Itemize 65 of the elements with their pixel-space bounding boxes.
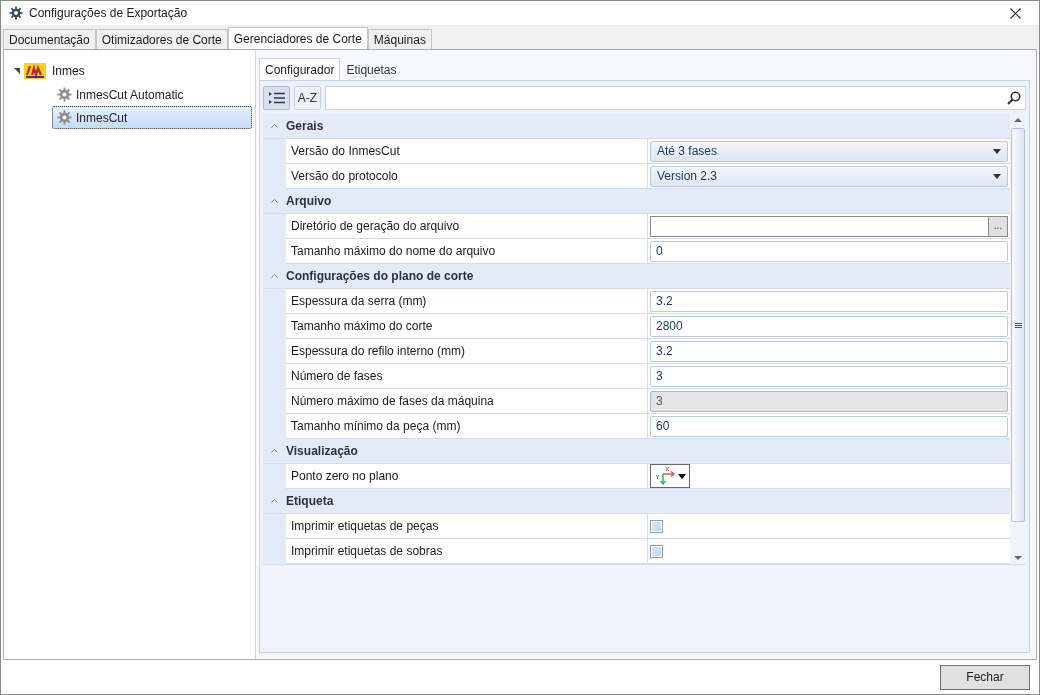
search-icon: [1007, 91, 1021, 105]
browse-button[interactable]: ...: [989, 215, 1008, 237]
input-field[interactable]: [650, 215, 989, 237]
property-label: Espessura da serra (mm): [286, 289, 648, 313]
collapse-icon[interactable]: [271, 449, 278, 453]
caret-icon: [993, 173, 1001, 179]
dropdown[interactable]: Até 3 fases: [650, 140, 1008, 162]
collapse-icon[interactable]: [271, 199, 278, 203]
sort-button[interactable]: A-Z: [294, 86, 321, 110]
input-field[interactable]: 3: [650, 365, 1008, 387]
input-field[interactable]: 60: [650, 415, 1008, 437]
origin-dropdown[interactable]: [650, 464, 690, 488]
tree-item[interactable]: InmesCut Automatic: [52, 83, 252, 106]
window-title: Configurações de Exportação: [29, 5, 188, 22]
property-label: Tamanho mínimo da peça (mm): [286, 414, 648, 438]
input-field[interactable]: 2800: [650, 315, 1008, 337]
property-label: Tamanho máximo do nome do arquivo: [286, 239, 648, 263]
scroll-thumb[interactable]: [1011, 128, 1025, 522]
property-label: Imprimir etiquetas de sobras: [286, 539, 648, 563]
collapse-icon[interactable]: [271, 499, 278, 503]
close-button[interactable]: Fechar: [940, 664, 1030, 690]
collapse-icon[interactable]: [271, 274, 278, 278]
logo-icon: [24, 63, 46, 79]
gear-icon: [57, 87, 72, 102]
categorized-button[interactable]: [263, 86, 290, 110]
property-label: Imprimir etiquetas de peças: [286, 514, 648, 538]
tab[interactable]: Configurador: [259, 58, 341, 80]
scroll-down-icon[interactable]: [1014, 556, 1022, 560]
tab[interactable]: Etiquetas: [340, 58, 403, 80]
checkbox[interactable]: [650, 519, 663, 533]
tab[interactable]: Documentação: [3, 29, 96, 49]
category-title: Visualização: [286, 443, 358, 460]
dropdown[interactable]: Version 2.3: [650, 165, 1008, 187]
tree-item[interactable]: Inmes: [50, 62, 87, 80]
gear-icon: [57, 110, 72, 125]
category-title: Arquivo: [286, 193, 332, 210]
collapse-icon[interactable]: [271, 124, 278, 128]
property-label: Versão do InmesCut: [286, 139, 648, 163]
property-label: Ponto zero no plano: [286, 464, 648, 488]
tab[interactable]: Otimizadores de Corte: [95, 29, 228, 49]
tab[interactable]: Máquinas: [367, 29, 432, 49]
checkbox[interactable]: [650, 544, 663, 558]
category-title: Etiqueta: [286, 493, 334, 510]
property-label: Versão do protocolo: [286, 164, 648, 188]
category-title: Configurações do plano de corte: [286, 268, 474, 285]
settings-icon: [9, 6, 23, 20]
caret-icon: [677, 473, 686, 479]
list-icon: [268, 92, 285, 104]
property-label: Tamanho máximo do corte: [286, 314, 648, 338]
property-label: Número de fases: [286, 364, 648, 388]
search-field[interactable]: [325, 86, 1026, 110]
property-label: Espessura do refilo interno (mm): [286, 339, 648, 363]
scroll-up-icon[interactable]: [1014, 118, 1022, 122]
scrollbar[interactable]: [1010, 114, 1026, 564]
close-icon[interactable]: [1010, 7, 1021, 19]
axis-icon: [654, 466, 677, 486]
category-title: Gerais: [286, 118, 324, 135]
caret-icon: [993, 148, 1001, 154]
input-field[interactable]: 0: [650, 240, 1008, 262]
tree-item[interactable]: InmesCut: [52, 106, 252, 129]
input-field[interactable]: 3.2: [650, 290, 1008, 312]
input-field[interactable]: 3.2: [650, 340, 1008, 362]
property-label: Diretório de geração do arquivo: [286, 214, 648, 238]
tab[interactable]: Gerenciadores de Corte: [227, 27, 368, 49]
property-label: Número máximo de fases da máquina: [286, 389, 648, 413]
